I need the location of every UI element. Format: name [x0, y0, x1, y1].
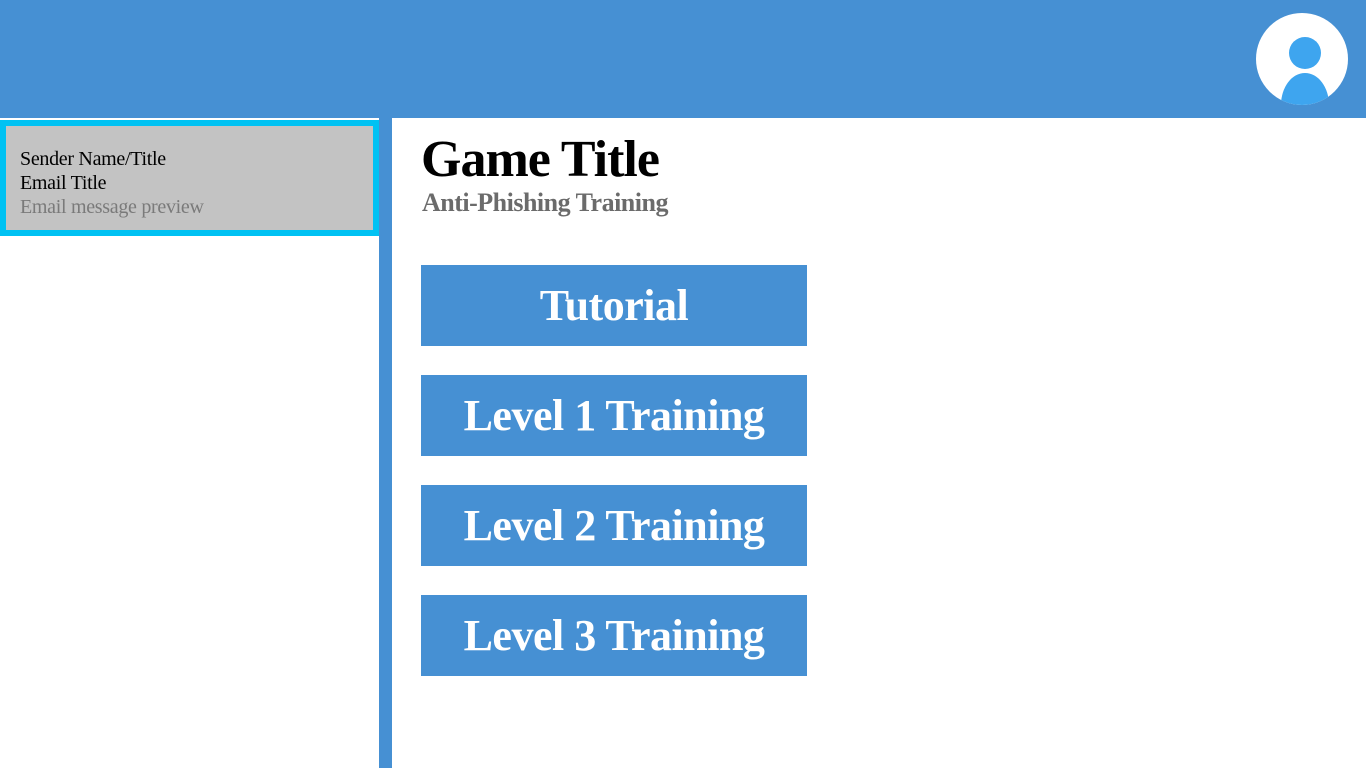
email-list-sidebar: Sender Name/Title Email Title Email mess…: [0, 118, 379, 768]
email-sender: Sender Name/Title: [20, 148, 166, 170]
level-3-training-button[interactable]: Level 3 Training: [421, 595, 807, 676]
top-header-bar: [0, 0, 1366, 118]
level-2-training-button[interactable]: Level 2 Training: [421, 485, 807, 566]
game-title: Game Title: [421, 131, 660, 188]
main-panel: Game Title Anti-Phishing Training Tutori…: [392, 118, 1366, 768]
email-preview: Email message preview: [20, 196, 204, 218]
user-profile-icon: [1281, 37, 1329, 105]
tutorial-button[interactable]: Tutorial: [421, 265, 807, 346]
level-1-training-button[interactable]: Level 1 Training: [421, 375, 807, 456]
user-avatar[interactable]: [1256, 13, 1348, 105]
email-title: Email Title: [20, 172, 107, 194]
game-subtitle: Anti-Phishing Training: [422, 188, 668, 217]
panel-divider: [379, 118, 392, 768]
email-list-item[interactable]: Sender Name/Title Email Title Email mess…: [0, 120, 379, 236]
